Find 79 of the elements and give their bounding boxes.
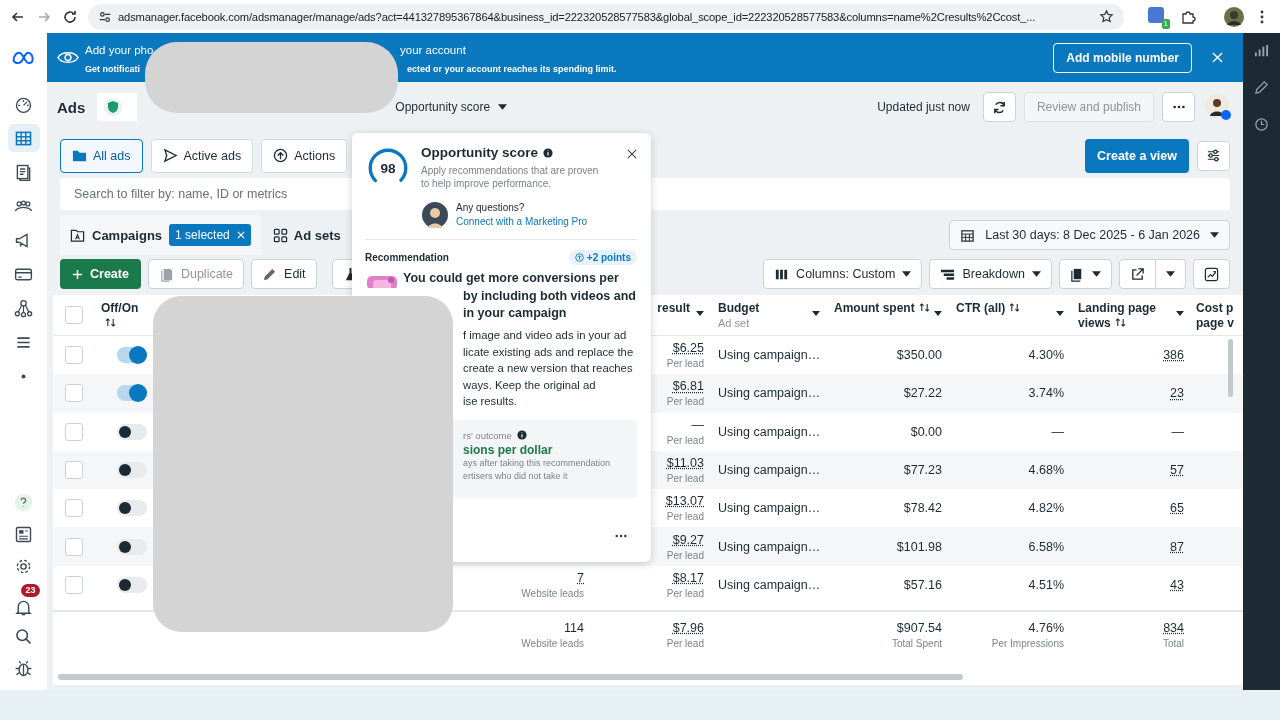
table-cell: $0.00 [910,424,942,439]
table-cell: Using campaign… [718,386,822,401]
table-cell: Using campaign… [718,348,822,363]
table-cell: $27.22 [903,386,942,401]
table-cell: Per lead [666,396,704,408]
table-cell: 87 [1170,539,1184,554]
table-cell: $7.96 [672,621,704,636]
table-cell: — [1171,424,1184,439]
table-cell: Using campaign… [718,539,822,554]
outcome-label: rs' outcome [463,429,512,441]
table-cell: Per lead [666,511,704,523]
banner-subtitle: Get notificati [85,63,140,74]
table-cell: Per lead [666,434,704,446]
table-cell: 23 [1170,386,1184,401]
table-cell: Using campaign… [718,577,822,592]
table-cell: $8.17 [672,570,704,585]
table-cell: $6.25 [672,341,704,356]
table-cell: 4.51% [1028,577,1064,592]
table-cell: 65 [1170,501,1184,516]
recommendation-text: ways. Keep the original ad [463,378,596,391]
table-cell: Per lead [666,638,704,650]
table-cell: 43 [1170,577,1184,592]
banner-subtitle: ected or your account reaches its spending limit. [407,63,617,74]
outcome-note: ertisers who did not take it [463,470,568,481]
table-cell: Website leads [521,638,584,650]
table-cell: $101.98 [896,539,942,554]
outcome-note: ays after taking this recommendation [463,457,611,468]
table-cell: Website leads [521,587,584,599]
table-cell: Using campaign… [718,463,822,478]
table-cell: 386 [1163,348,1184,363]
recommendation-headline: by including both videos and [463,289,636,303]
table-cell: $907.54 [896,621,942,636]
outcome-metric: sions per dollar [463,442,553,457]
table-cell: Per lead [666,549,704,561]
table-cell: 4.76% [1028,621,1064,636]
table-cell: Per Impressions [991,638,1064,650]
table-cell: 4.68% [1028,463,1064,478]
table-cell: 7 [577,570,584,585]
table-cell: 6.58% [1028,539,1064,554]
recommendation-text: f image and video ads in your ad [463,329,627,341]
table-cell: $11.03 [666,456,704,471]
table-cell: 57 [1170,463,1184,478]
update-status: Updated just now [877,100,970,114]
campaigns-label: Campaigns [92,227,163,243]
recommendation-headline: You could get more conversions per [403,271,619,285]
banner-title: your account [400,43,466,56]
notification-count: 23 [21,584,40,597]
recommendation-headline: in your campaign [463,306,567,320]
table-cell: $9.27 [672,532,704,547]
table-cell: $6.81 [672,379,704,394]
page-title: Ads [57,98,86,116]
table-cell: — [1051,424,1064,439]
points-badge: +2 points [568,250,637,265]
table-cell: Total [1162,638,1184,650]
recommendation-text: create a new version that reaches [463,362,633,374]
popup-title: Opportunity score [421,145,538,160]
table-cell: Using campaign… [718,424,822,439]
table-cell: 4.30% [1028,348,1064,363]
table-cell: — [691,417,704,432]
popup-description: Apply recommendations that are proven to help improve performance. [421,164,600,190]
table-cell: Per lead [666,473,704,485]
table-cell: 3.74% [1028,386,1064,401]
table-cell: 4.82% [1028,501,1064,516]
table-cell: $350.00 [896,348,942,363]
recommendation-text: ise results. [463,395,517,407]
table-cell: $77.23 [903,463,942,478]
table-cell: $13.07 [665,494,704,509]
table-cell: $57.16 [903,577,942,592]
table-cell: $78.42 [903,501,942,516]
section-title: Recommendation [365,252,449,263]
table-cell: 834 [1163,621,1184,636]
banner-title: Add your pho [85,43,154,56]
table-cell: Per lead [666,358,704,370]
table-cell: 114 [564,621,584,636]
table-cell: Using campaign… [718,501,822,516]
recommendation-text: licate existing ads and replace the [463,345,634,358]
table-cell: Per lead [666,587,704,599]
table-cell: Total Spent [891,638,942,650]
question-text: Any questions? [456,202,525,213]
